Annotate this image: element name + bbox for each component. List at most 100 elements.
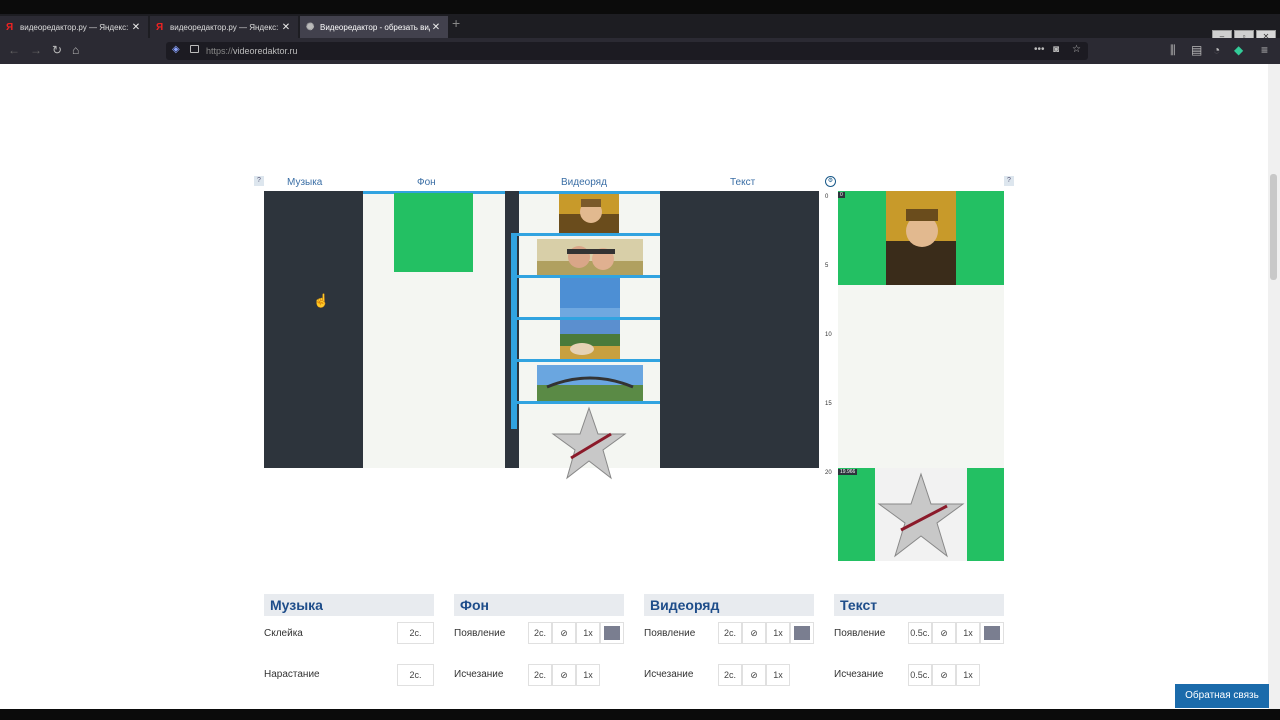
back-icon[interactable]: ← [8, 43, 20, 57]
tab-title: видеоредактор.ру — Яндекс: н [170, 22, 280, 32]
new-tab-icon[interactable]: + [452, 15, 460, 31]
reload-icon[interactable]: ↻ [52, 43, 62, 57]
menu-icon[interactable]: ≡ [1261, 43, 1268, 57]
video-clip-5[interactable] [511, 359, 660, 401]
video-clip-2[interactable] [511, 233, 660, 275]
background-panel-title: Фон [454, 594, 624, 616]
yandex-favicon-icon: Я [6, 21, 14, 33]
no-effect-icon[interactable]: ⊘ [742, 622, 766, 644]
close-tab-icon[interactable]: ✕ [430, 22, 442, 33]
column-text-label: Текст [730, 177, 756, 188]
clip-handle[interactable] [511, 236, 517, 275]
preview-frame-start[interactable] [838, 191, 1004, 285]
shield-icon[interactable]: ◈ [172, 44, 180, 55]
account-icon[interactable]: ◔ [1213, 43, 1220, 57]
scrollbar-thumb[interactable] [1270, 174, 1277, 280]
close-tab-icon[interactable]: ✕ [280, 22, 292, 33]
background-fade-speed[interactable]: 1x [576, 664, 600, 686]
timeline-tick: 0 [825, 194, 829, 200]
videotrack-fade-duration[interactable]: 2с. [718, 664, 742, 686]
timeline-ruler: 0 5 10 15 20 [820, 191, 838, 476]
no-effect-icon[interactable]: ⊘ [552, 622, 576, 644]
color-swatch [984, 626, 1000, 640]
text-appear-speed[interactable]: 1x [956, 622, 980, 644]
no-effect-icon[interactable]: ⊘ [932, 622, 956, 644]
background-row-label: Появление [454, 628, 506, 639]
timeline-tick: 5 [825, 263, 829, 269]
help-icon[interactable]: ? [1004, 176, 1014, 186]
timeline-tick: 10 [825, 332, 832, 338]
video-clip-1[interactable] [519, 191, 660, 233]
text-fade-duration[interactable]: 0.5с. [908, 664, 932, 686]
music-lane[interactable] [264, 191, 363, 468]
background-appear-duration[interactable]: 2с. [528, 622, 552, 644]
no-effect-icon[interactable]: ⊘ [552, 664, 576, 686]
clip-handle[interactable] [511, 404, 517, 429]
tab-3-active[interactable]: ✺ Видеоредактор - обрезать вид ✕ [300, 16, 448, 38]
text-appear-duration[interactable]: 0.5с. [908, 622, 932, 644]
clip-handle[interactable] [511, 320, 517, 359]
background-row-label: Исчезание [454, 669, 504, 680]
background-appear-speed[interactable]: 1x [576, 622, 600, 644]
color-swatch [604, 626, 620, 640]
text-lane[interactable] [660, 191, 819, 468]
mouse-pointer-icon: ☝ [313, 293, 330, 308]
music-fadein-input[interactable]: 2с. [397, 664, 434, 686]
close-tab-icon[interactable]: ✕ [130, 22, 142, 33]
color-swatch [794, 626, 810, 640]
bookmark-star-icon[interactable]: ☆ [1072, 44, 1081, 55]
videotrack-fade-speed[interactable]: 1x [766, 664, 790, 686]
text-row-label: Появление [834, 628, 886, 639]
music-row-label: Склейка [264, 628, 303, 639]
video-clip-6[interactable] [511, 401, 660, 480]
forward-icon[interactable]: → [30, 43, 42, 57]
timeline-tick: 20 [825, 470, 832, 476]
tab-2[interactable]: Я видеоредактор.ру — Яндекс: н ✕ [150, 16, 298, 38]
library-icon[interactable]: ⫼ [1170, 43, 1176, 58]
text-appear-color[interactable] [980, 622, 1004, 644]
sidebar-icon[interactable]: ▤ [1191, 43, 1202, 57]
home-icon[interactable]: ⌂ [72, 43, 79, 57]
lock-icon[interactable] [190, 45, 199, 53]
tab-title: видеоредактор.ру — Яндекс: н [20, 22, 130, 32]
feedback-button[interactable]: Обратная связь [1175, 684, 1269, 708]
address-bar[interactable]: ◈ https://videoredaktor.ru ••• ◙ ☆ [166, 42, 1088, 60]
column-background-label: Фон [417, 177, 436, 188]
videotrack-panel-title: Видеоряд [644, 594, 814, 616]
music-crossfade-input[interactable]: 2с. [397, 622, 434, 644]
page-content: ? Музыка Фон Видеоряд Текст ⚙ ? 0 5 10 1… [0, 64, 1268, 709]
background-fade-duration[interactable]: 2с. [528, 664, 552, 686]
page-actions-icon[interactable]: ••• [1034, 44, 1045, 55]
extension-icon[interactable]: ◆ [1234, 43, 1243, 57]
preview-end-time: 19.966 [838, 469, 858, 475]
clip-thumbnail-star-image [551, 406, 627, 480]
video-clip-4[interactable] [511, 317, 660, 359]
yandex-favicon-icon: Я [156, 21, 164, 33]
background-appear-color[interactable] [600, 622, 624, 644]
tab-title: Видеоредактор - обрезать вид [320, 22, 430, 32]
timeline-tick: 15 [825, 401, 832, 407]
column-videotrack-label: Видеоряд [561, 177, 607, 188]
videotrack-appear-duration[interactable]: 2с. [718, 622, 742, 644]
tab-1[interactable]: Я видеоредактор.ру — Яндекс: н ✕ [0, 16, 148, 38]
tab-bar: Я видеоредактор.ру — Яндекс: н ✕ Я видео… [0, 14, 1280, 43]
text-fade-speed[interactable]: 1x [956, 664, 980, 686]
videotrack-appear-speed[interactable]: 1x [766, 622, 790, 644]
preview-frame-end[interactable] [838, 468, 1004, 561]
pocket-icon[interactable]: ◙ [1053, 44, 1059, 55]
globe-favicon-icon: ✺ [306, 21, 315, 33]
video-clip-3[interactable] [511, 275, 660, 317]
background-green-block[interactable] [394, 193, 473, 272]
videotrack-appear-color[interactable] [790, 622, 814, 644]
no-effect-icon[interactable]: ⊘ [932, 664, 956, 686]
help-icon[interactable]: ? [254, 176, 264, 186]
clip-handle[interactable] [511, 278, 517, 317]
clip-handle[interactable] [511, 362, 517, 401]
settings-icon[interactable]: ⚙ [825, 176, 836, 187]
no-effect-icon[interactable]: ⊘ [742, 664, 766, 686]
music-panel-title: Музыка [264, 594, 434, 616]
url-text[interactable]: https://videoredaktor.ru [206, 46, 298, 56]
music-row-label: Нарастание [264, 669, 320, 680]
page-scrollbar[interactable] [1268, 64, 1280, 709]
text-panel-title: Текст [834, 594, 1004, 616]
